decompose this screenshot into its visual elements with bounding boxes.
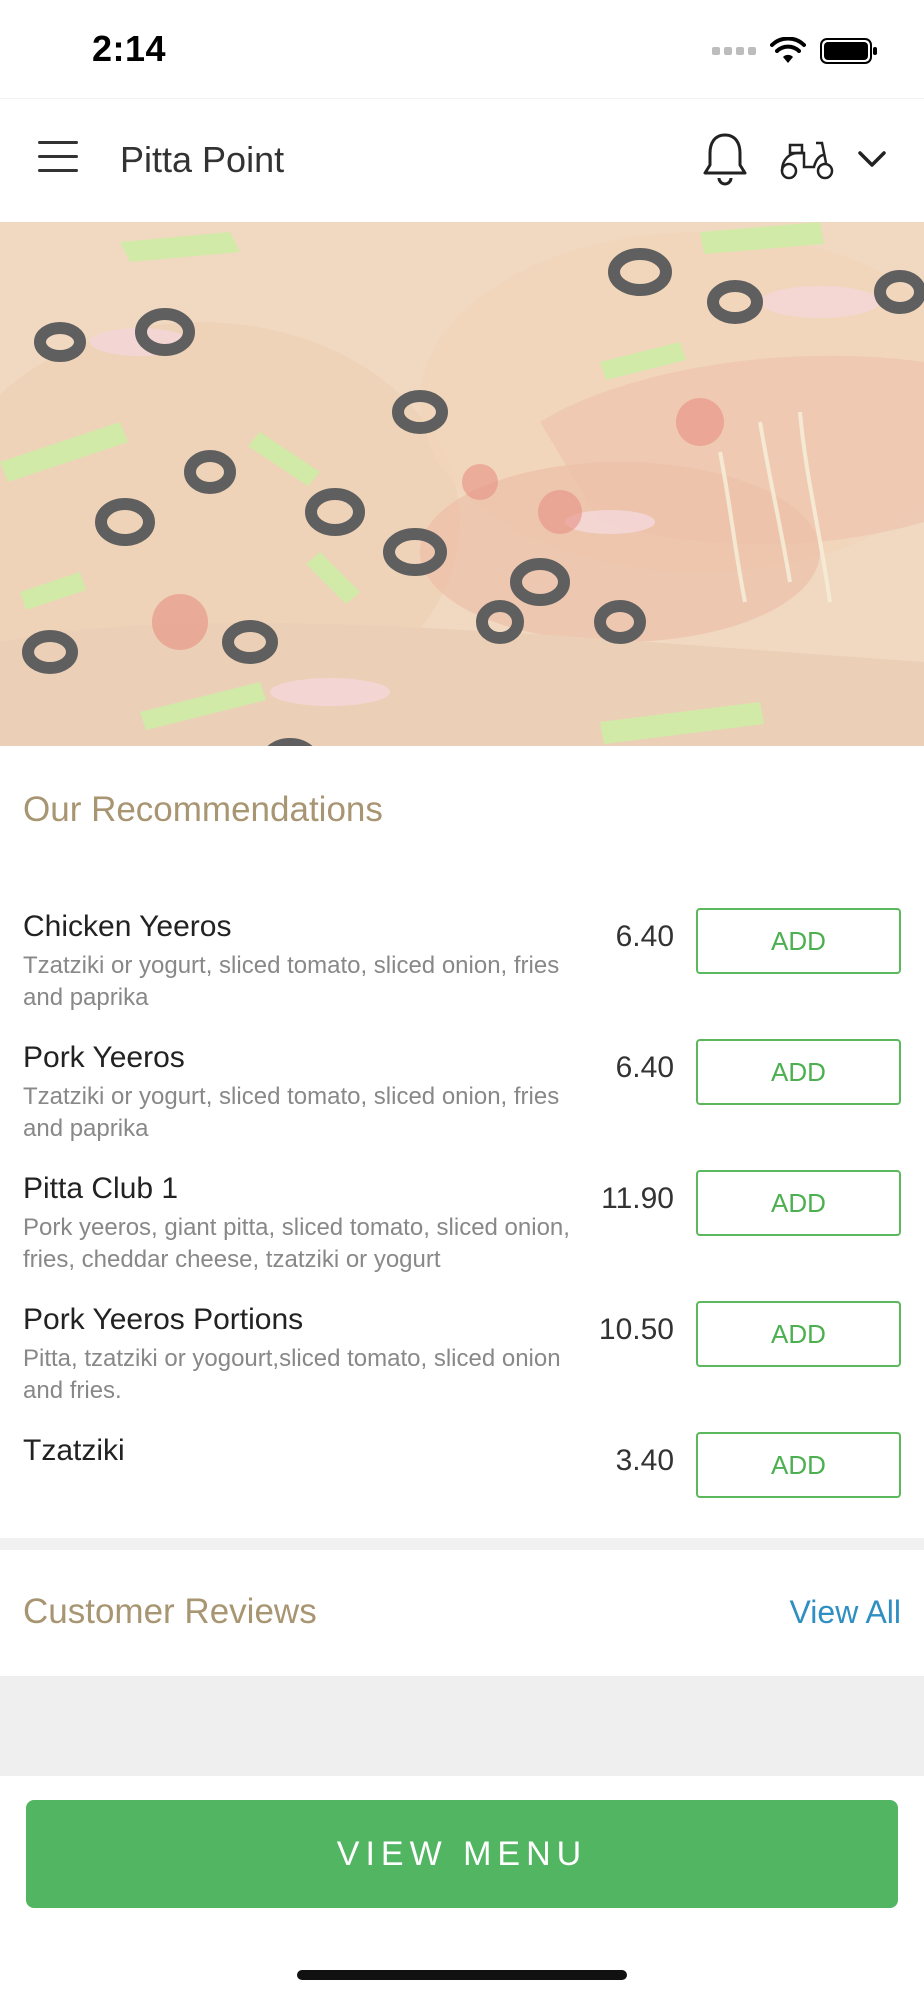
status-icons [712, 34, 878, 68]
bell-icon[interactable] [700, 131, 750, 187]
list-item: Pork Yeeros Portions Pitta, tzatziki or … [0, 1301, 924, 1423]
item-price: 3.40 [615, 1444, 674, 1477]
item-name: Chicken Yeeros [23, 910, 232, 943]
scooter-icon[interactable] [778, 137, 836, 183]
status-time: 2:14 [92, 28, 167, 69]
status-bar: 2:14 [0, 0, 924, 98]
view-all-link[interactable]: View All [790, 1594, 901, 1631]
add-button[interactable]: ADD [696, 1039, 901, 1105]
battery-icon [820, 38, 877, 64]
item-price: 10.50 [598, 1313, 674, 1346]
item-description: Pork yeeros, giant pitta, sliced tomato,… [23, 1214, 570, 1273]
add-button[interactable]: ADD [696, 1301, 901, 1367]
item-name: Pitta Club 1 [23, 1172, 179, 1205]
item-description: Tzatziki or yogurt, sliced tomato, slice… [23, 1083, 560, 1142]
item-price: 6.40 [615, 920, 674, 953]
view-menu-button[interactable]: VIEW MENU [26, 1800, 898, 1908]
list-item: Pitta Club 1 Pork yeeros, giant pitta, s… [0, 1170, 924, 1292]
menu-icon[interactable] [38, 141, 82, 177]
hero-pizza-image [0, 222, 924, 746]
recommendations-title: Our Recommendations [23, 790, 383, 829]
reviews-title: Customer Reviews [23, 1592, 317, 1631]
item-price: 6.40 [615, 1051, 674, 1084]
page-title: Pitta Point [120, 139, 285, 180]
add-button[interactable]: ADD [696, 1432, 901, 1498]
item-description: Tzatziki or yogurt, sliced tomato, slice… [23, 952, 560, 1011]
reviews-content-area [0, 1676, 924, 1776]
chevron-down-icon[interactable] [856, 147, 888, 171]
item-price: 11.90 [601, 1182, 674, 1215]
add-button[interactable]: ADD [696, 908, 901, 974]
list-item: Tzatziki 3.40 ADD [0, 1432, 924, 1524]
signal-icon [712, 47, 756, 55]
item-name: Tzatziki [23, 1434, 125, 1467]
item-name: Pork Yeeros Portions [23, 1303, 304, 1336]
list-item: Pork Yeeros Tzatziki or yogurt, sliced t… [0, 1039, 924, 1161]
wifi-icon [770, 37, 806, 63]
app-header: Pitta Point [0, 98, 924, 222]
item-description: Pitta, tzatziki or yogourt,sliced tomato… [23, 1345, 561, 1404]
list-item: Chicken Yeeros Tzatziki or yogurt, slice… [0, 908, 924, 1030]
section-divider [0, 1538, 924, 1550]
home-indicator [297, 1970, 627, 1980]
add-button[interactable]: ADD [696, 1170, 901, 1236]
item-name: Pork Yeeros [23, 1041, 185, 1074]
